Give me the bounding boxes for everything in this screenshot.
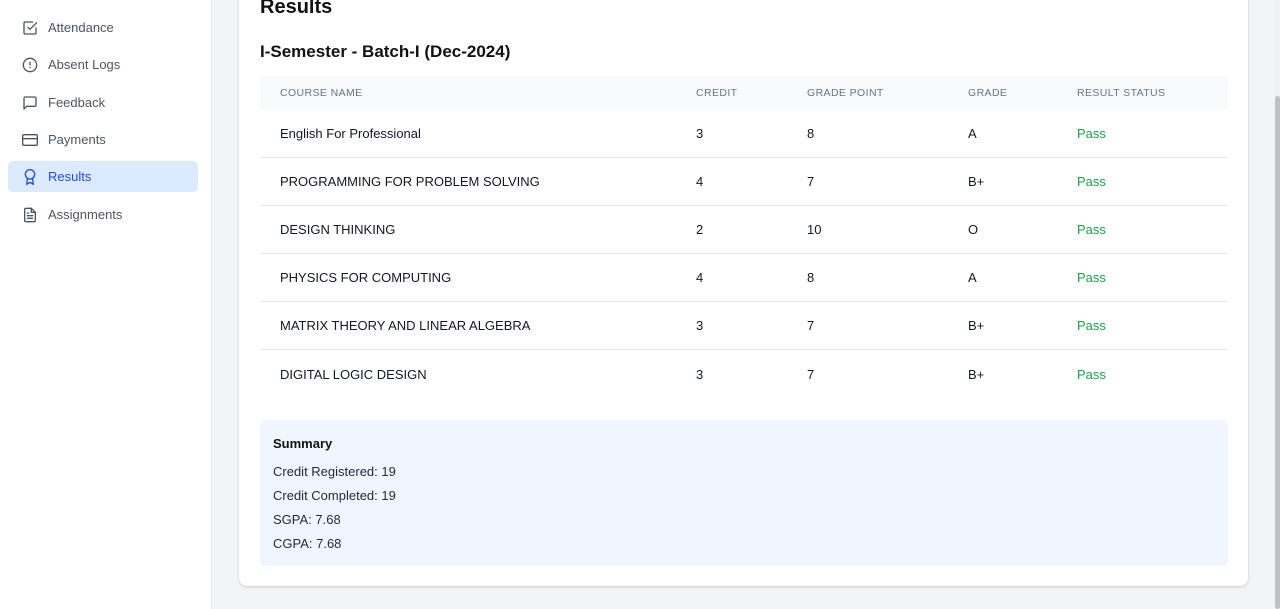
sidebar-item-assignments[interactable]: Assignments: [8, 199, 198, 230]
grade: O: [968, 222, 979, 237]
grade: A: [968, 270, 977, 285]
result-status: Pass: [1077, 222, 1106, 237]
header-grade-point: GRADE POINT: [807, 87, 884, 99]
header-result-status: RESULT STATUS: [1077, 87, 1166, 99]
grade-point: 7: [807, 174, 815, 189]
sidebar-item-results[interactable]: Results: [8, 161, 198, 192]
sidebar: Attendance Absent Logs Feedback Payments…: [0, 0, 212, 609]
header-credit: CREDIT: [696, 87, 738, 99]
sgpa: SGPA: 7.68: [273, 512, 341, 527]
page-title: Results: [260, 0, 333, 18]
award-icon: [22, 168, 38, 185]
credit: 3: [696, 366, 704, 382]
grade: B+: [968, 318, 985, 333]
course-name: MATRIX THEORY AND LINEAR ALGEBRA: [280, 318, 531, 333]
page-scrollbar[interactable]: [1275, 0, 1280, 609]
result-status: Pass: [1077, 366, 1106, 382]
sidebar-item-label: Feedback: [48, 95, 106, 110]
scrollbar-thumb[interactable]: [1275, 96, 1280, 609]
table-row: DIGITAL LOGIC DESIGN 3 7 B+ Pass: [260, 350, 1228, 398]
results-card: Results I-Semester - Batch-I (Dec-2024) …: [239, 0, 1248, 586]
credit-card-icon: [22, 132, 38, 148]
credit: 4: [696, 174, 704, 189]
course-name: PROGRAMMING FOR PROBLEM SOLVING: [280, 174, 540, 189]
grade-point: 8: [807, 270, 815, 285]
credit: 3: [696, 126, 704, 141]
table-row: MATRIX THEORY AND LINEAR ALGEBRA 3 7 B+ …: [260, 302, 1228, 350]
alert-circle-icon: [22, 57, 38, 73]
sidebar-item-attendance[interactable]: Attendance: [8, 12, 198, 43]
table-row: PROGRAMMING FOR PROBLEM SOLVING 4 7 B+ P…: [260, 158, 1228, 206]
credit: 4: [696, 270, 704, 285]
file-text-icon: [22, 207, 38, 223]
message-square-icon: [22, 95, 38, 111]
sidebar-item-absent-logs[interactable]: Absent Logs: [8, 49, 198, 80]
result-status: Pass: [1077, 126, 1106, 141]
semester-title: I-Semester - Batch-I (Dec-2024): [260, 42, 511, 61]
grade-point: 8: [807, 126, 815, 141]
summary-panel: Summary Credit Registered: 19 Credit Com…: [260, 420, 1228, 566]
grade: A: [968, 126, 977, 141]
result-status: Pass: [1077, 270, 1106, 285]
sidebar-item-label: Absent Logs: [48, 57, 121, 72]
table-row: English For Professional 3 8 A Pass: [260, 110, 1228, 158]
header-grade: GRADE: [968, 87, 1008, 99]
cgpa: CGPA: 7.68: [273, 536, 342, 551]
credit-registered: Credit Registered: 19: [273, 464, 396, 479]
course-name: DESIGN THINKING: [280, 222, 396, 237]
header-course-name: COURSE NAME: [280, 87, 363, 99]
grade-point: 10: [807, 222, 822, 237]
sidebar-item-payments[interactable]: Payments: [8, 124, 198, 155]
table-header: COURSE NAME CREDIT GRADE POINT GRADE RES…: [260, 76, 1228, 110]
credit: 2: [696, 222, 704, 237]
course-name: PHYSICS FOR COMPUTING: [280, 270, 452, 285]
grade-point: 7: [807, 366, 815, 382]
summary-title: Summary: [273, 436, 333, 451]
results-table: COURSE NAME CREDIT GRADE POINT GRADE RES…: [260, 76, 1228, 398]
grade: B+: [968, 174, 985, 189]
sidebar-item-label: Payments: [48, 132, 106, 147]
course-name: DIGITAL LOGIC DESIGN: [280, 366, 427, 382]
sidebar-item-label: Attendance: [48, 20, 114, 35]
result-status: Pass: [1077, 318, 1106, 333]
table-row: DESIGN THINKING 2 10 O Pass: [260, 206, 1228, 254]
checkbox-icon: [22, 20, 38, 36]
grade-point: 7: [807, 318, 815, 333]
credit-completed: Credit Completed: 19: [273, 488, 396, 503]
credit: 3: [696, 318, 704, 333]
result-status: Pass: [1077, 174, 1106, 189]
course-name: English For Professional: [280, 126, 421, 141]
table-row: PHYSICS FOR COMPUTING 4 8 A Pass: [260, 254, 1228, 302]
sidebar-item-feedback[interactable]: Feedback: [8, 87, 198, 118]
sidebar-item-label: Results: [48, 169, 92, 184]
grade: B+: [968, 366, 985, 382]
sidebar-item-label: Assignments: [48, 207, 123, 222]
